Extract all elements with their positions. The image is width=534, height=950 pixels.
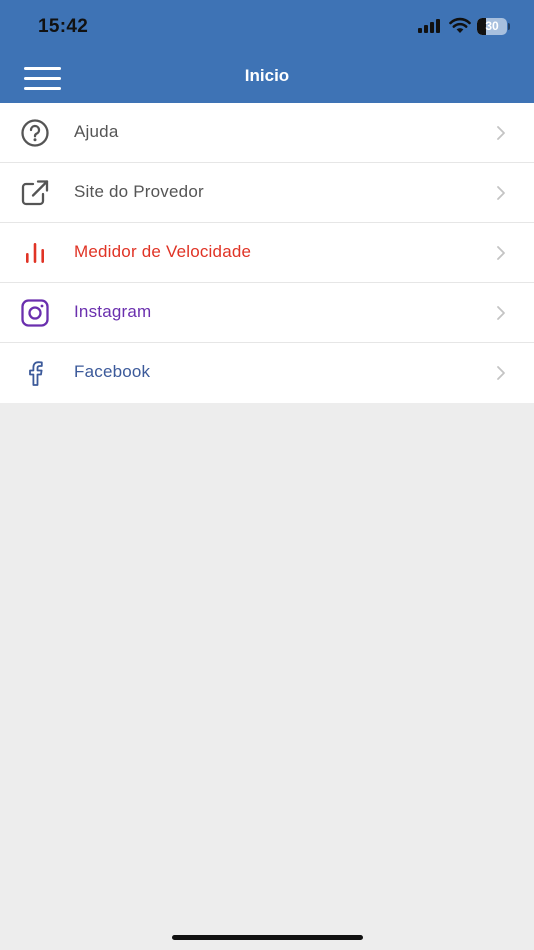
menu-item-ajuda[interactable]: Ajuda [0,103,534,163]
menu-list: Ajuda Site do Provedor Medidor de Veloci… [0,103,534,403]
menu-item-medidor-de-velocidade[interactable]: Medidor de Velocidade [0,223,534,283]
menu-item-instagram[interactable]: Instagram [0,283,534,343]
status-bar: 15:42 30 [0,0,534,54]
battery-indicator: 30 [477,18,510,35]
page-title: Inicio [244,66,290,85]
cellular-signal-icon [418,19,440,33]
chevron-right-icon [497,126,505,140]
chevron-right-icon [497,186,505,200]
menu-item-label: Ajuda [74,122,119,141]
help-circle-icon [21,119,49,147]
menu-item-site-do-provedor[interactable]: Site do Provedor [0,163,534,223]
menu-item-label: Instagram [74,302,152,321]
battery-nub [508,23,510,30]
menu-item-facebook[interactable]: Facebook [0,343,534,403]
menu-item-label: Site do Provedor [74,182,204,201]
facebook-icon [29,361,43,386]
speed-bars-icon [26,243,44,263]
wifi-icon [449,17,471,33]
menu-item-label: Medidor de Velocidade [74,242,252,261]
home-indicator [172,935,363,940]
app-header: 15:42 30 Inicio [0,0,534,103]
status-time: 15:42 [38,16,89,37]
menu-item-label: Facebook [74,362,151,381]
chevron-right-icon [497,366,505,380]
battery-body: 30 [477,18,507,35]
chevron-right-icon [497,246,505,260]
external-link-icon [21,180,49,206]
instagram-icon [21,299,49,327]
battery-level: 30 [485,19,499,33]
chevron-right-icon [497,306,505,320]
